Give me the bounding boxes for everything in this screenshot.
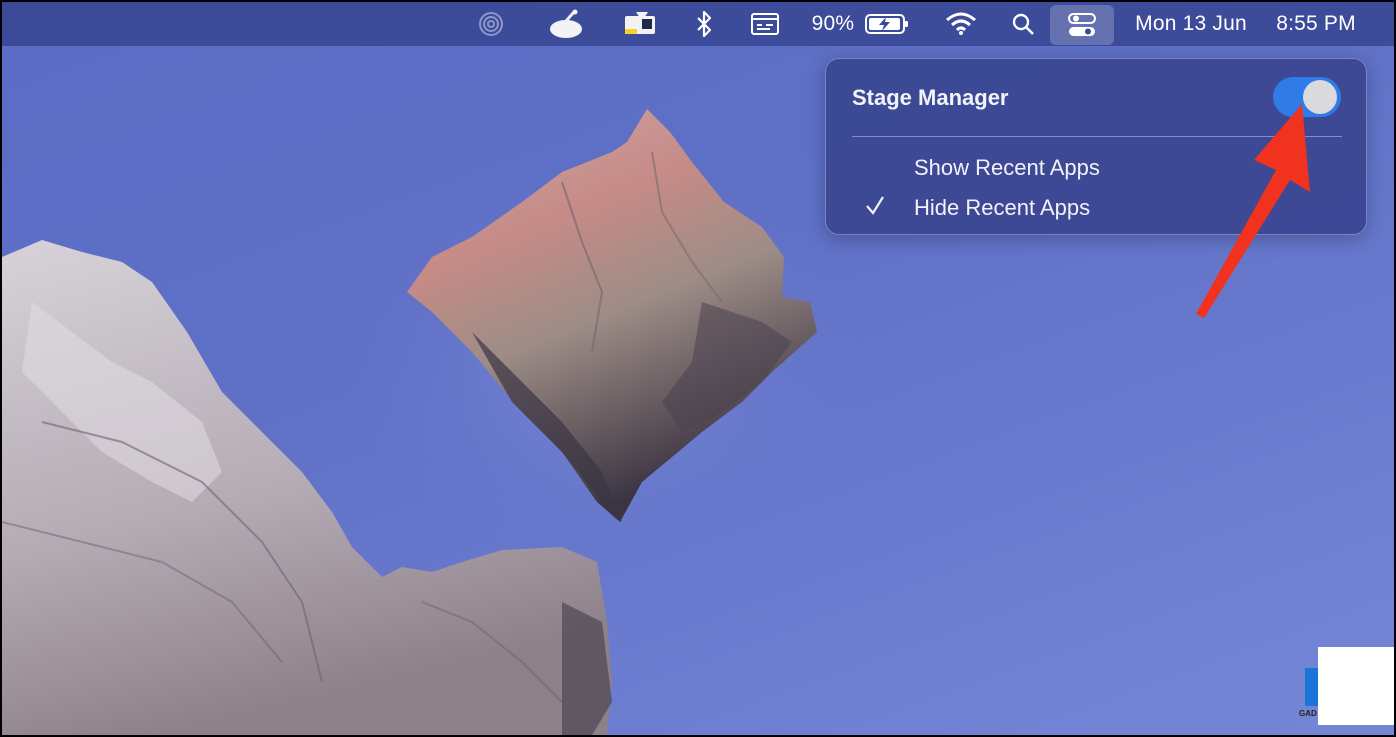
- wifi-icon[interactable]: [944, 2, 978, 46]
- battery-icon[interactable]: [862, 2, 912, 46]
- corner-overlay: [1318, 647, 1394, 725]
- keyboard-icon[interactable]: [748, 2, 782, 46]
- airdrop-icon[interactable]: [476, 2, 506, 46]
- menu-bar: 90% Mon 13 Jun 8:55 PM: [2, 2, 1394, 46]
- checkmark-icon: [866, 196, 884, 215]
- annotation-arrow: [1196, 104, 1310, 318]
- menubar-date[interactable]: Mon 13 Jun: [1124, 2, 1258, 46]
- bluetooth-icon[interactable]: [692, 2, 716, 46]
- search-icon[interactable]: [1008, 2, 1038, 46]
- battery-percentage[interactable]: 90%: [808, 2, 858, 46]
- display-icon[interactable]: [620, 2, 660, 46]
- watermark-text: GAD: [1299, 709, 1317, 718]
- option-show-recent-apps[interactable]: Show Recent Apps: [914, 155, 1100, 181]
- watermark-logo: [1305, 668, 1318, 706]
- menubar-time[interactable]: 8:55 PM: [1266, 2, 1366, 46]
- desktop: 90% Mon 13 Jun 8:55 PM Stage Manager Sho…: [0, 0, 1396, 737]
- option-hide-recent-apps[interactable]: Hide Recent Apps: [914, 195, 1090, 221]
- control-center-icon[interactable]: [1050, 5, 1114, 45]
- satellite-icon[interactable]: [546, 2, 586, 46]
- stage-manager-title: Stage Manager: [852, 85, 1009, 110]
